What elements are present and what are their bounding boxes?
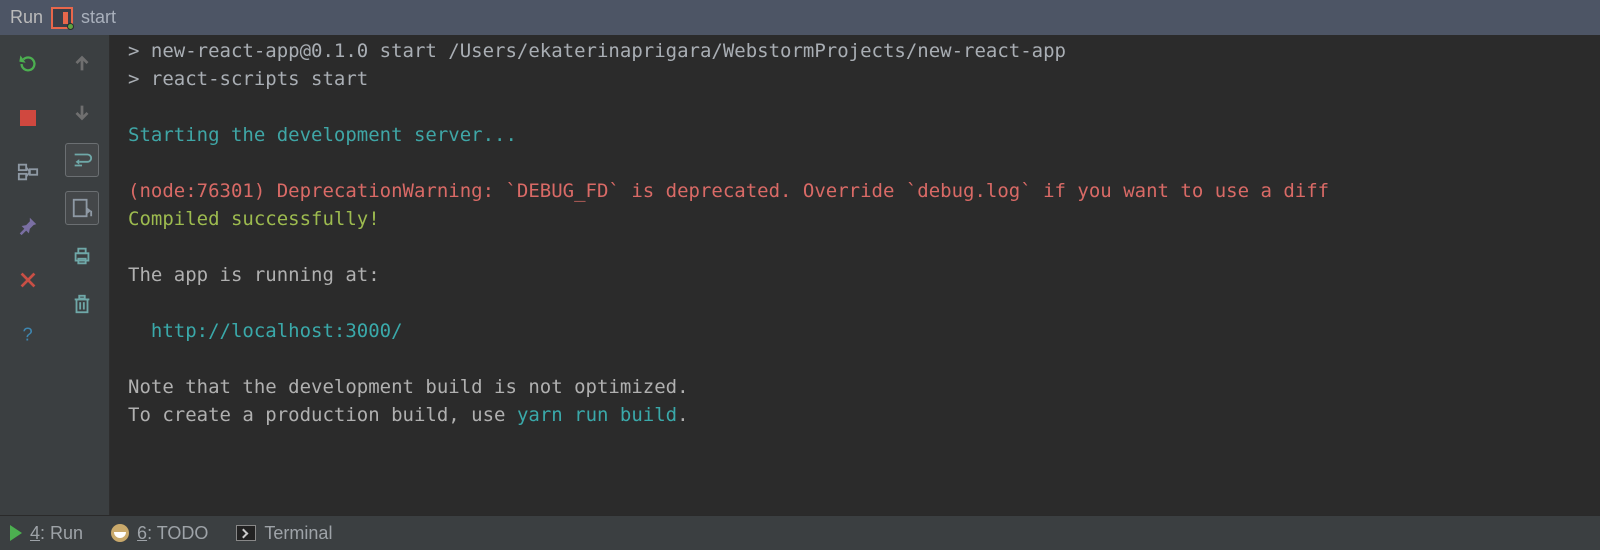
pin-button[interactable] xyxy=(11,209,45,243)
svg-text:?: ? xyxy=(22,323,32,344)
scroll-down-button[interactable] xyxy=(65,95,99,129)
todo-tab-mnemonic: 6 xyxy=(137,523,147,543)
status-bar: 4: Run 6: TODO Terminal xyxy=(0,515,1600,550)
todo-icon xyxy=(111,524,129,542)
console-line-compiled: Compiled successfully! xyxy=(128,208,380,230)
run-config-name: start xyxy=(81,7,116,28)
terminal-icon xyxy=(236,525,256,541)
tool-tab-terminal[interactable]: Terminal xyxy=(236,523,332,544)
tool-tab-run[interactable]: 4: Run xyxy=(10,523,83,544)
console-line-url[interactable]: http://localhost:3000/ xyxy=(128,320,403,342)
run-toolbar-primary: ? xyxy=(0,35,55,515)
console-line-warning: (node:76301) DeprecationWarning: `DEBUG_… xyxy=(128,180,1329,202)
console-line-starting: Starting the development server... xyxy=(128,124,517,146)
run-tab-label: : Run xyxy=(40,523,83,543)
todo-tab-label: : TODO xyxy=(147,523,208,543)
tool-name: Run xyxy=(10,7,43,28)
run-toolbar-secondary xyxy=(55,35,110,515)
console-line-running-at: The app is running at: xyxy=(128,264,380,286)
scroll-to-end-button[interactable] xyxy=(65,191,99,225)
help-button[interactable]: ? xyxy=(11,317,45,351)
console-line-note2a: To create a production build, use xyxy=(128,404,517,426)
soft-wrap-button[interactable] xyxy=(65,143,99,177)
stop-icon xyxy=(20,110,36,126)
rerun-button[interactable] xyxy=(11,47,45,81)
run-tool-main: ? > new-react-app@0.1.0 start /Users/eka… xyxy=(0,35,1600,515)
run-tab-mnemonic: 4 xyxy=(30,523,40,543)
console-line-command: > react-scripts start xyxy=(128,68,368,90)
console-line-note1: Note that the development build is not o… xyxy=(128,376,689,398)
tool-tab-todo[interactable]: 6: TODO xyxy=(111,523,208,544)
stop-button[interactable] xyxy=(11,101,45,135)
npm-run-config-icon xyxy=(51,7,73,29)
console-output[interactable]: > new-react-app@0.1.0 start /Users/ekate… xyxy=(110,35,1600,515)
play-icon xyxy=(10,525,22,541)
console-line-note2c: . xyxy=(677,404,688,426)
terminal-tab-label: Terminal xyxy=(264,523,332,544)
console-line-build-cmd: yarn run build xyxy=(517,404,677,426)
dump-threads-button[interactable] xyxy=(11,155,45,189)
clear-all-button[interactable] xyxy=(65,287,99,321)
console-line-cutoff: > new-react-app@0.1.0 start /Users/ekate… xyxy=(128,40,1066,62)
close-button[interactable] xyxy=(11,263,45,297)
scroll-up-button[interactable] xyxy=(65,47,99,81)
print-button[interactable] xyxy=(65,239,99,273)
run-tool-title-bar: Run start xyxy=(0,0,1600,35)
